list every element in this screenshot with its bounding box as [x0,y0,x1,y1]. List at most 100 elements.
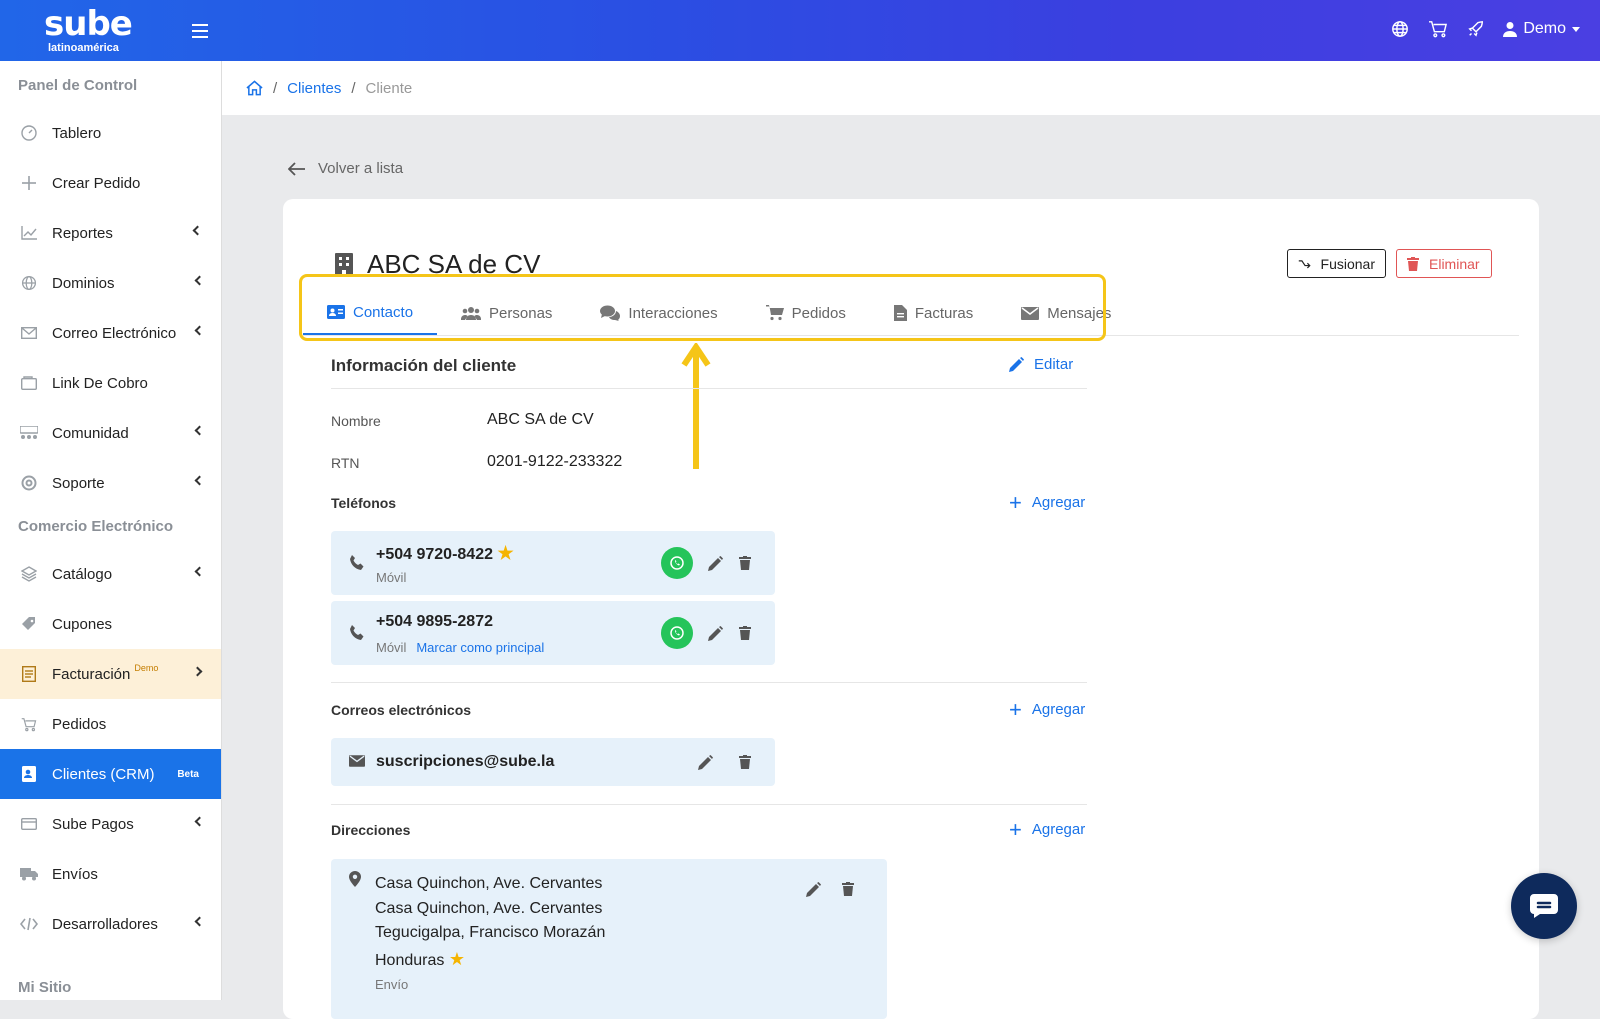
merge-button[interactable]: Fusionar [1287,249,1386,278]
menu-toggle-icon[interactable] [192,24,208,38]
globe-icon[interactable] [1389,18,1411,40]
sidebar-item-sube-pagos[interactable]: Sube Pagos [0,799,221,849]
sidebar-item-crear-pedido[interactable]: Crear Pedido [0,158,221,208]
sidebar-item-desarrolladores[interactable]: Desarrolladores [0,899,221,949]
field-label-rtn: RTN [331,455,360,471]
sidebar-item-label: Clientes (CRM) [52,765,155,783]
envelope-icon [1021,306,1040,320]
sidebar-item-pedidos[interactable]: Pedidos [0,699,221,749]
back-to-list-link[interactable]: Volver a lista [288,160,403,177]
make-primary-link[interactable]: Marcar como principal [416,640,544,655]
divider [331,804,1087,805]
client-info-title: Información del cliente [331,356,517,375]
cart-icon[interactable] [1427,18,1449,40]
pencil-icon [697,754,713,770]
sidebar-item-envios[interactable]: Envíos [0,849,221,899]
client-tabs: Contacto Personas Interacciones Pedidos … [303,291,1135,335]
sidebar-item-soporte[interactable]: Soporte [0,458,221,508]
plus-icon: + [1009,489,1022,515]
phone-type: Móvil [376,640,407,655]
sidebar-item-label: Envíos [52,865,98,883]
sidebar-item-label: Soporte [52,474,105,492]
email-address: suscripciones@sube.la [376,753,555,770]
lifebuoy-icon [20,474,38,492]
user-icon [1503,22,1518,37]
edit-address-button[interactable] [803,879,823,899]
add-email-button[interactable]: + Agregar [1009,696,1085,722]
chevron-right-icon [192,666,203,677]
phone-number: +504 9720-8422 ★ [376,543,514,563]
field-value-nombre: ABC SA de CV [487,411,594,428]
whatsapp-button[interactable] [661,617,693,649]
tab-mensajes[interactable]: Mensajes [997,291,1135,335]
add-phone-button[interactable]: + Agregar [1009,489,1086,515]
chevron-left-icon [194,916,205,927]
envelope-icon [349,755,365,767]
trash-icon [739,755,751,769]
add-label: Agregar [1031,821,1086,838]
sidebar-item-catalogo[interactable]: Catálogo [0,549,221,599]
pencil-icon [805,881,821,897]
chevron-left-icon [194,425,205,436]
home-icon[interactable] [246,80,263,96]
back-label: Volver a lista [318,160,404,177]
sidebar-item-comunidad[interactable]: Comunidad [0,408,221,458]
sidebar-item-correo[interactable]: Correo Electrónico [0,308,221,358]
sidebar-item-label: Dominios [52,274,115,292]
user-menu[interactable]: Demo [1503,20,1580,38]
divider [331,682,1087,683]
sidebar-item-cupones[interactable]: Cupones [0,599,221,649]
building-icon [335,252,353,277]
sidebar-item-facturacion[interactable]: Facturación Demo [0,649,221,699]
address-line: Honduras ★ [375,949,465,969]
wallet-icon [20,374,38,392]
sidebar-item-label: Catálogo [52,565,113,583]
sube-logo[interactable]: sube latinoamérica [44,6,133,54]
breadcrumb-current: Cliente [365,79,413,97]
logo-subtitle: latinoamérica [48,42,119,54]
tab-pedidos[interactable]: Pedidos [742,291,870,335]
tab-interacciones[interactable]: Interacciones [576,291,741,335]
tab-label: Mensajes [1047,304,1112,322]
cart-icon [765,305,784,321]
delete-email-button[interactable] [735,752,755,772]
code-icon [20,915,38,933]
sidebar-item-link-cobro[interactable]: Link De Cobro [0,358,221,408]
address-type: Envío [375,977,409,992]
field-label-nombre: Nombre [331,413,381,429]
breadcrumb-link-clientes[interactable]: Clientes [287,80,341,97]
whatsapp-button[interactable] [661,547,693,579]
sidebar-item-tablero[interactable]: Tablero [0,108,221,158]
tab-personas[interactable]: Personas [437,291,576,335]
edit-phone-button[interactable] [705,623,725,643]
rocket-icon[interactable] [1465,18,1487,40]
edit-phone-button[interactable] [705,553,725,573]
delete-button[interactable]: Eliminar [1396,249,1492,278]
annotation-arrow-up-icon [681,343,711,469]
trash-icon [739,556,751,570]
delete-address-button[interactable] [838,879,858,899]
sidebar-item-label: Pedidos [52,715,107,733]
merge-icon [1298,259,1311,268]
sidebar-item-clientes[interactable]: Clientes (CRM) Beta [0,749,221,799]
delete-phone-button[interactable] [735,553,755,573]
sidebar-item-label: Comunidad [52,424,129,442]
tab-facturas[interactable]: Facturas [870,291,997,335]
edit-email-button[interactable] [695,752,715,772]
chat-widget-button[interactable] [1511,873,1577,939]
edit-button[interactable]: Editar [1009,356,1073,373]
add-label: Agregar [1031,494,1086,511]
add-address-button[interactable]: + Agregar [1009,818,1086,840]
sidebar-item-reportes[interactable]: Reportes [0,208,221,258]
trash-icon [739,626,751,640]
file-icon [893,305,907,321]
plus-icon: + [1009,696,1022,722]
tab-contacto[interactable]: Contacto [303,291,438,335]
sidebar-item-label: Tablero [52,124,102,142]
chevron-left-icon [194,325,205,336]
truck-icon [20,865,38,883]
star-icon: ★ [497,543,514,563]
delete-phone-button[interactable] [735,623,755,643]
cart-icon [20,715,38,733]
sidebar-item-dominios[interactable]: Dominios [0,258,221,308]
